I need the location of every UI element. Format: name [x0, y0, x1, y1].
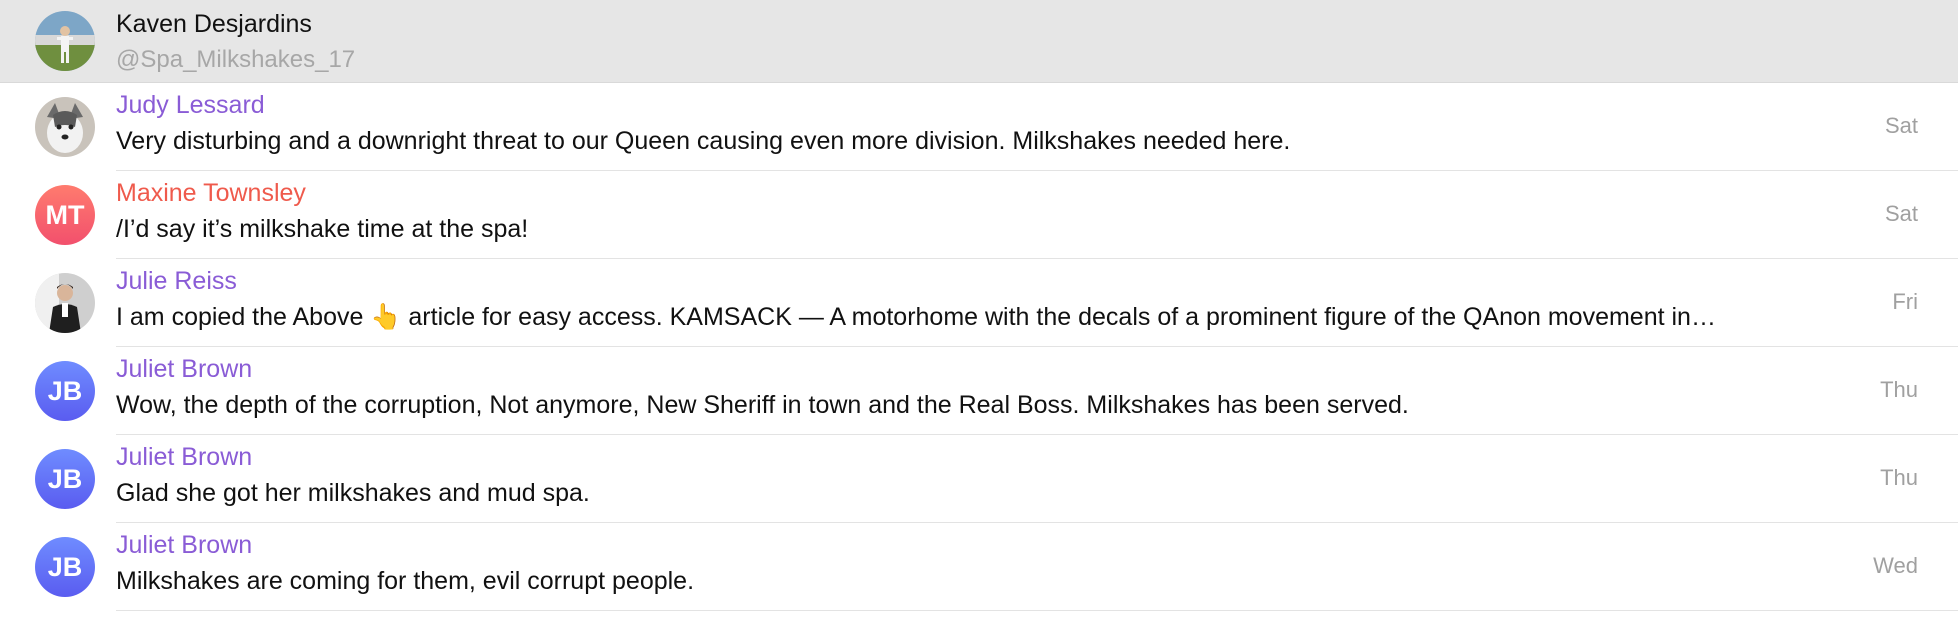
sender-name: Judy Lessard	[116, 91, 265, 119]
avatar[interactable]: JB	[35, 537, 95, 597]
dog-photo-icon	[35, 97, 95, 157]
contact-name: Kaven Desjardins	[116, 10, 312, 38]
selected-chat-header[interactable]: Kaven Desjardins @Spa_Milkshakes_17	[0, 0, 1958, 83]
chat-row[interactable]: MT Maxine Townsley /I’d say it’s milksha…	[0, 171, 1958, 259]
sender-name: Julie Reiss	[116, 267, 237, 295]
message-date: Sat	[1884, 113, 1918, 138]
sender-name: Juliet Brown	[116, 355, 253, 383]
row-divider	[116, 610, 1958, 611]
avatar[interactable]	[35, 11, 95, 71]
message-preview: /I’d say it’s milkshake time at the spa!	[116, 215, 529, 243]
message-preview: Milkshakes are coming for them, evil cor…	[116, 567, 695, 595]
message-date: Wed	[1873, 553, 1918, 578]
message-preview: Wow, the depth of the corruption, Not an…	[116, 391, 1409, 419]
sender-name: Maxine Townsley	[116, 179, 306, 207]
avatar[interactable]: JB	[35, 361, 95, 421]
avatar[interactable]	[35, 97, 95, 157]
message-date: Sat	[1884, 201, 1918, 226]
chat-row[interactable]: JB Juliet Brown Glad she got her milksha…	[0, 435, 1958, 523]
message-date: Thu	[1880, 377, 1918, 402]
avatar[interactable]: MT	[35, 185, 95, 245]
sender-name: Juliet Brown	[116, 443, 253, 471]
chat-list: Kaven Desjardins @Spa_Milkshakes_17 Judy…	[0, 0, 1958, 611]
person-photo-icon	[35, 11, 95, 71]
message-date: Fri	[1892, 289, 1918, 314]
avatar[interactable]: JB	[35, 449, 95, 509]
chat-row[interactable]: Julie Reiss I am copied the Above 👆 arti…	[0, 259, 1958, 347]
chat-row[interactable]: Judy Lessard Very disturbing and a downr…	[0, 83, 1958, 171]
message-date: Thu	[1880, 465, 1918, 490]
message-preview: Very disturbing and a downright threat t…	[116, 127, 1291, 155]
sender-name: Juliet Brown	[116, 531, 253, 559]
message-preview: Glad she got her milkshakes and mud spa.	[116, 479, 590, 507]
message-preview: I am copied the Above 👆 article for easy…	[116, 303, 1716, 331]
contact-handle: @Spa_Milkshakes_17	[116, 46, 356, 73]
chat-row[interactable]: JB Juliet Brown Wow, the depth of the co…	[0, 347, 1958, 435]
avatar[interactable]	[35, 273, 95, 333]
chat-row[interactable]: JB Juliet Brown Milkshakes are coming fo…	[0, 523, 1958, 611]
person-photo-icon	[35, 273, 95, 333]
